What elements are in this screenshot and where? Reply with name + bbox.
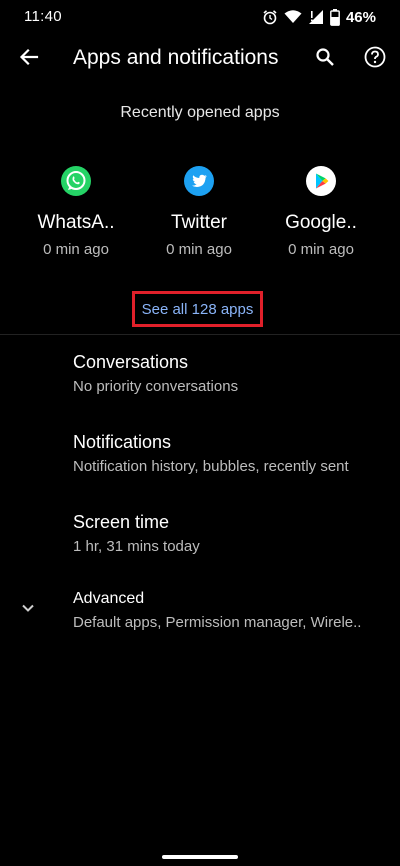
recent-app-time: 0 min ago <box>166 241 232 258</box>
battery-percent: 46% <box>345 8 376 26</box>
back-arrow-icon <box>19 47 39 72</box>
help-button[interactable] <box>360 44 390 74</box>
twitter-icon <box>182 164 216 198</box>
battery-icon <box>330 8 340 26</box>
settings-item-summary: Notification history, bubbles, recently … <box>73 458 349 475</box>
settings-item-summary: Default apps, Permission manager, Wirele… <box>73 614 362 631</box>
settings-item-summary: No priority conversations <box>73 378 239 395</box>
help-icon <box>364 46 386 73</box>
recent-app-whatsapp[interactable]: WhatsA.. 0 min ago <box>16 160 136 258</box>
settings-item-title: Notifications <box>73 432 172 452</box>
status-bar: 11:40 46% <box>0 0 400 34</box>
see-all-apps-button[interactable]: See all 128 apps <box>132 291 263 327</box>
chevron-down-icon <box>14 594 42 622</box>
recent-apps-row: WhatsA.. 0 min ago Twitter 0 min ago Goo… <box>0 160 400 270</box>
settings-item-screen-time[interactable]: Screen time 1 hr, 31 mins today <box>0 500 400 564</box>
settings-item-advanced[interactable]: Advanced Default apps, Permission manage… <box>0 580 400 644</box>
app-bar: Apps and notifications <box>0 36 400 82</box>
search-icon <box>315 47 335 72</box>
settings-item-title: Conversations <box>73 352 189 372</box>
recent-app-name: Twitter <box>171 212 227 233</box>
recent-app-time: 0 min ago <box>43 241 109 258</box>
recent-app-time: 0 min ago <box>288 241 354 258</box>
recent-app-google-play[interactable]: Google.. 0 min ago <box>261 160 381 258</box>
back-button[interactable] <box>14 44 44 74</box>
settings-item-summary: 1 hr, 31 mins today <box>73 538 200 555</box>
recent-app-name: WhatsA.. <box>37 212 115 233</box>
gesture-nav-handle[interactable] <box>162 855 238 859</box>
recent-apps-heading: Recently opened apps <box>120 104 280 121</box>
google-play-icon <box>304 164 338 198</box>
status-icons: 46% <box>262 6 376 28</box>
recent-app-name: Google.. <box>285 212 357 233</box>
recent-app-twitter[interactable]: Twitter 0 min ago <box>139 160 259 258</box>
status-time: 11:40 <box>24 8 62 25</box>
signal-icon <box>308 9 324 25</box>
search-button[interactable] <box>310 44 340 74</box>
settings-item-title: Advanced <box>73 590 145 607</box>
divider <box>0 334 400 335</box>
settings-item-notifications[interactable]: Notifications Notification history, bubb… <box>0 420 400 484</box>
settings-item-conversations[interactable]: Conversations No priority conversations <box>0 340 400 404</box>
alarm-icon <box>262 9 278 25</box>
whatsapp-icon <box>59 164 93 198</box>
wifi-icon <box>284 9 302 25</box>
page-title: Apps and notifications <box>73 46 279 69</box>
settings-item-title: Screen time <box>73 512 170 532</box>
